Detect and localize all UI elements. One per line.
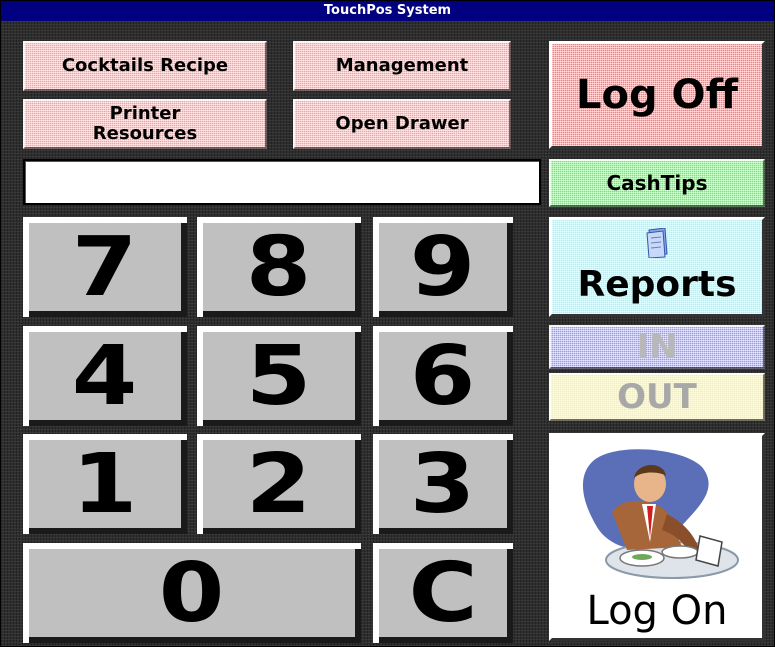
printer-resources-label-line1: Printer	[109, 103, 181, 124]
amount-display[interactable]	[23, 159, 541, 205]
open-drawer-button[interactable]: Open Drawer	[293, 99, 511, 149]
keypad-9-label: 9	[410, 219, 476, 315]
cocktails-recipe-button[interactable]: Cocktails Recipe	[23, 41, 267, 91]
keypad-clear[interactable]: C	[373, 543, 513, 643]
keypad-9[interactable]: 9	[373, 217, 513, 317]
document-icon	[646, 228, 668, 258]
clock-out-label: OUT	[617, 377, 697, 417]
cash-tips-label: CashTips	[606, 171, 708, 195]
printer-resources-button[interactable]: Printer Resources	[23, 99, 267, 149]
log-off-button[interactable]: Log Off	[549, 41, 765, 149]
touchpos-window: TouchPos System Cocktails Recipe Managem…	[0, 0, 775, 647]
cash-tips-button[interactable]: CashTips	[549, 159, 765, 207]
businessman-dining-icon	[582, 449, 739, 579]
management-label: Management	[335, 55, 469, 76]
keypad-1[interactable]: 1	[23, 434, 187, 534]
keypad-7[interactable]: 7	[23, 217, 187, 317]
cocktails-recipe-label: Cocktails Recipe	[61, 55, 229, 76]
keypad-5-label: 5	[246, 328, 312, 424]
keypad-4-label: 4	[72, 328, 138, 424]
log-on-button[interactable]: Log On	[549, 433, 765, 641]
keypad-3[interactable]: 3	[373, 434, 513, 534]
keypad-7-label: 7	[72, 219, 138, 315]
clock-in-button[interactable]: IN	[549, 325, 765, 369]
keypad-6-label: 6	[410, 328, 476, 424]
keypad-8[interactable]: 8	[197, 217, 361, 317]
keypad-2-label: 2	[246, 436, 312, 532]
clock-out-button[interactable]: OUT	[549, 373, 765, 421]
log-off-label: Log Off	[576, 72, 738, 118]
clock-in-label: IN	[636, 327, 678, 367]
open-drawer-label: Open Drawer	[335, 113, 469, 134]
reports-button[interactable]: Reports	[549, 217, 765, 317]
keypad-0-label: 0	[159, 545, 225, 641]
window-title: TouchPos System	[1, 1, 774, 21]
keypad-5[interactable]: 5	[197, 326, 361, 426]
keypad-0[interactable]: 0	[23, 543, 361, 643]
log-on-label: Log On	[586, 588, 728, 634]
management-button[interactable]: Management	[293, 41, 511, 91]
keypad-2[interactable]: 2	[197, 434, 361, 534]
printer-resources-label-line2: Resources	[92, 123, 198, 144]
keypad-3-label: 3	[410, 436, 476, 532]
keypad-8-label: 8	[246, 219, 312, 315]
keypad-1-label: 1	[72, 436, 138, 532]
reports-label: Reports	[577, 264, 737, 305]
keypad-6[interactable]: 6	[373, 326, 513, 426]
keypad-4[interactable]: 4	[23, 326, 187, 426]
keypad-clear-label: C	[408, 545, 478, 641]
